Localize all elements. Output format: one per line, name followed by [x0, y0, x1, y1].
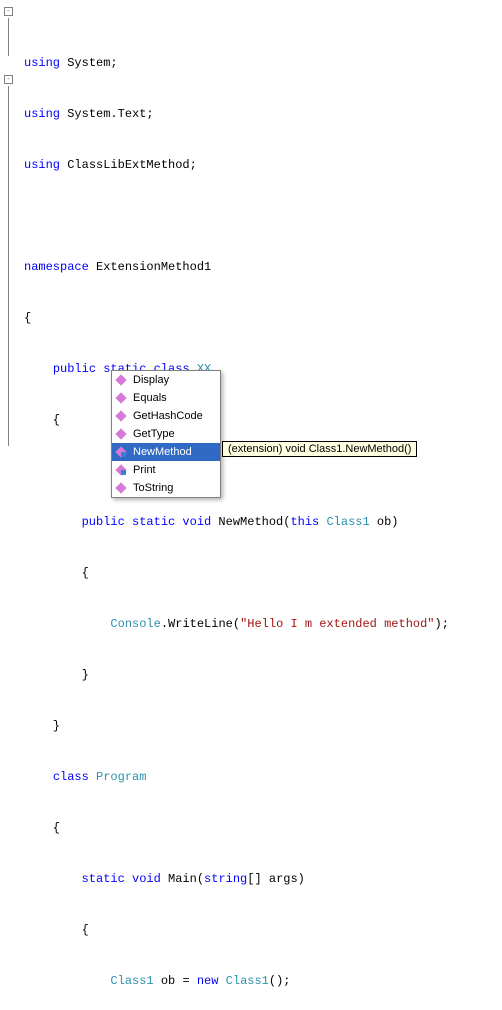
- intellisense-label: GetHashCode: [133, 410, 203, 422]
- intellisense-item-newmethod[interactable]: NewMethod: [112, 443, 220, 461]
- code-line: Console.WriteLine("Hello I m extended me…: [24, 616, 502, 633]
- code-line: public static class XX: [24, 361, 502, 378]
- code-line: static void Main(string[] args): [24, 871, 502, 888]
- method-icon: [115, 391, 129, 405]
- code-line: Class1 ob = new Class1();: [24, 973, 502, 990]
- code-line: namespace ExtensionMethod1: [24, 259, 502, 276]
- intellisense-label: Display: [133, 374, 169, 386]
- code-editor[interactable]: - - using System; using System.Text; usi…: [0, 0, 502, 1010]
- intellisense-label: ToString: [133, 482, 173, 494]
- code-line: {: [24, 922, 502, 939]
- outline-line: [8, 86, 9, 446]
- method-icon: [115, 373, 129, 387]
- intellisense-label: Equals: [133, 392, 167, 404]
- intellisense-label: GetType: [133, 428, 175, 440]
- intellisense-label: Print: [133, 464, 156, 476]
- collapse-toggle[interactable]: -: [4, 75, 13, 84]
- code-line: {: [24, 310, 502, 327]
- code-line: [24, 463, 502, 480]
- method-icon: [115, 481, 129, 495]
- outline-gutter: - -: [2, 4, 16, 1010]
- intellisense-item-print[interactable]: Print: [112, 461, 220, 479]
- intellisense-item-gethashcode[interactable]: GetHashCode: [112, 407, 220, 425]
- intellisense-item-gettype[interactable]: GetType: [112, 425, 220, 443]
- code-line: }: [24, 667, 502, 684]
- method-icon: [115, 427, 129, 441]
- intellisense-item-display[interactable]: Display: [112, 371, 220, 389]
- code-line: class Program: [24, 769, 502, 786]
- code-line: [24, 208, 502, 225]
- outline-line: [8, 18, 9, 56]
- intellisense-tooltip: (extension) void Class1.NewMethod(): [222, 441, 417, 457]
- code-line: using ClassLibExtMethod;: [24, 157, 502, 174]
- collapse-toggle[interactable]: -: [4, 7, 13, 16]
- code-line: {: [24, 565, 502, 582]
- method-icon: [115, 409, 129, 423]
- code-line: using System;: [24, 55, 502, 72]
- intellisense-popup[interactable]: Display Equals GetHashCode GetType NewMe…: [111, 370, 221, 498]
- code-line: {: [24, 820, 502, 837]
- intellisense-item-tostring[interactable]: ToString: [112, 479, 220, 497]
- code-line: {: [24, 412, 502, 429]
- code-line: using System.Text;: [24, 106, 502, 123]
- extension-method-icon: [115, 463, 129, 477]
- intellisense-item-equals[interactable]: Equals: [112, 389, 220, 407]
- code-line: }: [24, 718, 502, 735]
- code-line: public static void NewMethod(this Class1…: [24, 514, 502, 531]
- intellisense-label: NewMethod: [133, 446, 192, 458]
- extension-method-icon: [115, 445, 129, 459]
